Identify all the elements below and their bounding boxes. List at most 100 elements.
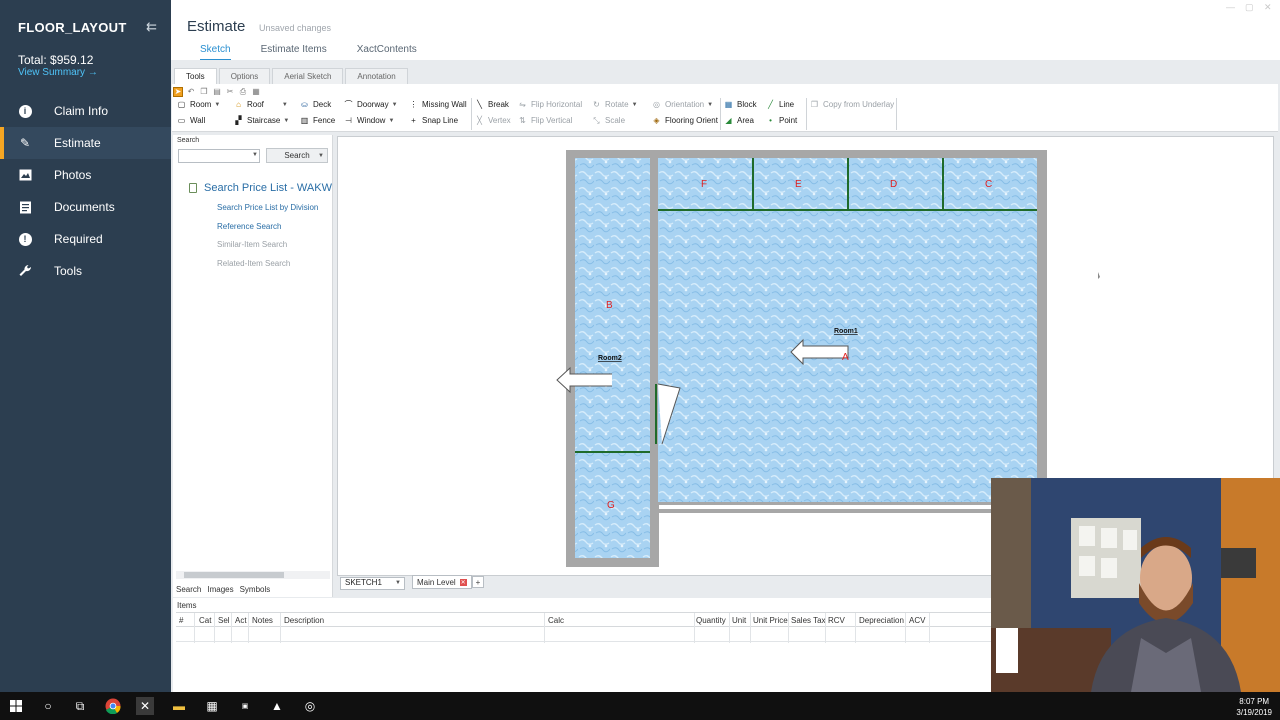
- snap-line-button[interactable]: + Snap Line: [409, 116, 458, 125]
- wall-label-c[interactable]: C: [985, 179, 992, 190]
- column-header[interactable]: Unit: [732, 616, 746, 625]
- column-header[interactable]: ACV: [909, 616, 925, 625]
- column-header[interactable]: RCV: [828, 616, 845, 625]
- app-icon[interactable]: ▣: [236, 697, 254, 715]
- sidebar-item-claim-info[interactable]: i Claim Info: [0, 95, 171, 127]
- collapse-sidebar-icon[interactable]: ⇇: [146, 19, 157, 35]
- tab-symbols[interactable]: Symbols: [240, 585, 271, 594]
- ribbon-tab-aerial-sketch[interactable]: Aerial Sketch: [272, 68, 344, 85]
- tab-images[interactable]: Images: [207, 585, 233, 594]
- print-icon[interactable]: ⎙: [238, 87, 248, 97]
- undo-icon[interactable]: ↶: [186, 87, 196, 97]
- column-header[interactable]: #: [179, 616, 183, 625]
- wall-label-e[interactable]: E: [795, 179, 802, 190]
- close-icon[interactable]: ✕: [1264, 2, 1272, 13]
- rotate-button[interactable]: ↻ Rotate ▼: [592, 100, 637, 109]
- flooring-orient-button[interactable]: ◈ Flooring Orient: [652, 116, 718, 125]
- sidebar-item-documents[interactable]: Documents: [0, 191, 171, 223]
- chrome-icon[interactable]: [104, 697, 122, 715]
- doorway-button[interactable]: ⌒ Doorway ▼: [344, 100, 398, 109]
- search-button[interactable]: Search ▼: [266, 148, 328, 163]
- vertex-button[interactable]: ╳ Vertex: [475, 116, 511, 125]
- copy-from-underlay-button[interactable]: ❐ Copy from Underlay: [810, 100, 894, 109]
- wall-button[interactable]: ▭ Wall: [177, 116, 206, 125]
- chevron-down-icon[interactable]: ▼: [395, 580, 401, 586]
- windows-start-icon[interactable]: [7, 697, 25, 715]
- column-header[interactable]: Sales Tax: [791, 616, 826, 625]
- sketch-select[interactable]: SKETCH1 ▼: [340, 577, 405, 590]
- xactimate-icon[interactable]: ✕: [136, 697, 154, 715]
- roof-button[interactable]: ⌂ Roof ▼: [234, 100, 288, 109]
- search-by-division-link[interactable]: Search Price List by Division: [217, 203, 318, 212]
- block-button[interactable]: ▦ Block: [724, 100, 757, 109]
- add-level-button[interactable]: +: [472, 576, 484, 588]
- ribbon-tab-tools[interactable]: Tools: [174, 68, 217, 85]
- related-item-search-link[interactable]: Related-Item Search: [217, 259, 290, 268]
- wall-label-d[interactable]: D: [890, 179, 897, 190]
- orientation-button[interactable]: ◎ Orientation ▼: [652, 100, 713, 109]
- view-summary-link[interactable]: View Summary →: [18, 67, 98, 78]
- close-level-icon[interactable]: ✕: [459, 578, 467, 586]
- select-pointer-icon[interactable]: ➤: [173, 86, 183, 97]
- fence-button[interactable]: ▥ Fence: [300, 116, 336, 125]
- chevron-down-icon[interactable]: ▼: [252, 152, 258, 158]
- horizontal-scrollbar[interactable]: [176, 571, 330, 579]
- tab-sketch[interactable]: Sketch: [200, 44, 231, 61]
- room2-label[interactable]: Room2: [598, 355, 622, 362]
- line-button[interactable]: ╱ Line: [766, 100, 794, 109]
- scale-button[interactable]: ⤡ Scale: [592, 116, 625, 126]
- flip-horizontal-button[interactable]: ⇋ Flip Horizontal: [518, 100, 582, 109]
- file-explorer-icon[interactable]: ▬: [170, 697, 188, 715]
- column-header[interactable]: Unit Price: [753, 616, 788, 625]
- clock[interactable]: 8:07 PM 3/19/2019: [1236, 696, 1272, 718]
- break-button[interactable]: ╲ Break: [475, 100, 509, 109]
- chevron-down-icon[interactable]: ▼: [318, 153, 324, 159]
- wall-label-f[interactable]: F: [701, 179, 707, 190]
- calculator-icon[interactable]: ▦: [203, 697, 221, 715]
- cortana-search-icon[interactable]: ○: [39, 697, 57, 715]
- column-header[interactable]: Cat: [199, 616, 211, 625]
- ribbon-tab-options[interactable]: Options: [218, 68, 271, 85]
- column-header[interactable]: Quantity: [696, 616, 726, 625]
- search-input[interactable]: ▼: [178, 149, 260, 163]
- flip-vertical-button[interactable]: ⇅ Flip Vertical: [518, 116, 572, 125]
- sidebar-item-tools[interactable]: Tools: [0, 255, 171, 287]
- photos-app-icon[interactable]: ▲: [268, 697, 286, 715]
- scrollbar-thumb[interactable]: [184, 572, 284, 578]
- export-icon[interactable]: ▦: [251, 87, 261, 97]
- column-header[interactable]: Calc: [548, 616, 564, 625]
- wall-label-a[interactable]: A: [842, 352, 849, 363]
- tab-xactcontents[interactable]: XactContents: [357, 44, 417, 61]
- column-header[interactable]: Act: [235, 616, 247, 625]
- cut-icon[interactable]: ✂: [225, 87, 235, 97]
- missing-wall-button[interactable]: ⋮ Missing Wall: [409, 100, 467, 109]
- similar-item-search-link[interactable]: Similar-Item Search: [217, 240, 287, 249]
- column-header[interactable]: Notes: [252, 616, 273, 625]
- sidebar-item-required[interactable]: ! Required: [0, 223, 171, 255]
- wall-label-g[interactable]: G: [607, 500, 615, 511]
- reference-search-link[interactable]: Reference Search: [217, 222, 281, 231]
- copy-icon[interactable]: ❐: [199, 87, 209, 97]
- room-button[interactable]: ▢ Room ▼: [177, 100, 221, 109]
- level-tab-main[interactable]: Main Level ✕: [412, 575, 472, 589]
- tab-estimate-items[interactable]: Estimate Items: [261, 44, 327, 61]
- staircase-button[interactable]: ▞ Staircase ▼: [234, 116, 289, 125]
- point-button[interactable]: • Point: [766, 116, 797, 125]
- column-header[interactable]: Sel: [218, 616, 230, 625]
- task-view-icon[interactable]: ⧉: [71, 697, 89, 715]
- area-button[interactable]: ◢ Area: [724, 116, 753, 125]
- ribbon-tab-annotation[interactable]: Annotation: [345, 68, 408, 85]
- sidebar-item-estimate[interactable]: ✎ Estimate: [0, 127, 171, 159]
- column-header[interactable]: Description: [284, 616, 324, 625]
- wall-label-b[interactable]: B: [606, 300, 613, 311]
- maximize-icon[interactable]: ▢: [1245, 2, 1254, 13]
- minimize-icon[interactable]: —: [1226, 2, 1235, 12]
- tab-search[interactable]: Search: [176, 585, 201, 594]
- table-row[interactable]: [176, 628, 993, 642]
- paste-icon[interactable]: ▤: [212, 87, 222, 97]
- room1-label[interactable]: Room1: [834, 328, 858, 335]
- sidebar-item-photos[interactable]: Photos: [0, 159, 171, 191]
- settings-app-icon[interactable]: ◎: [301, 697, 319, 715]
- deck-button[interactable]: ⛀ Deck: [300, 100, 331, 109]
- price-list-title[interactable]: Search Price List - WAKW: [189, 182, 332, 194]
